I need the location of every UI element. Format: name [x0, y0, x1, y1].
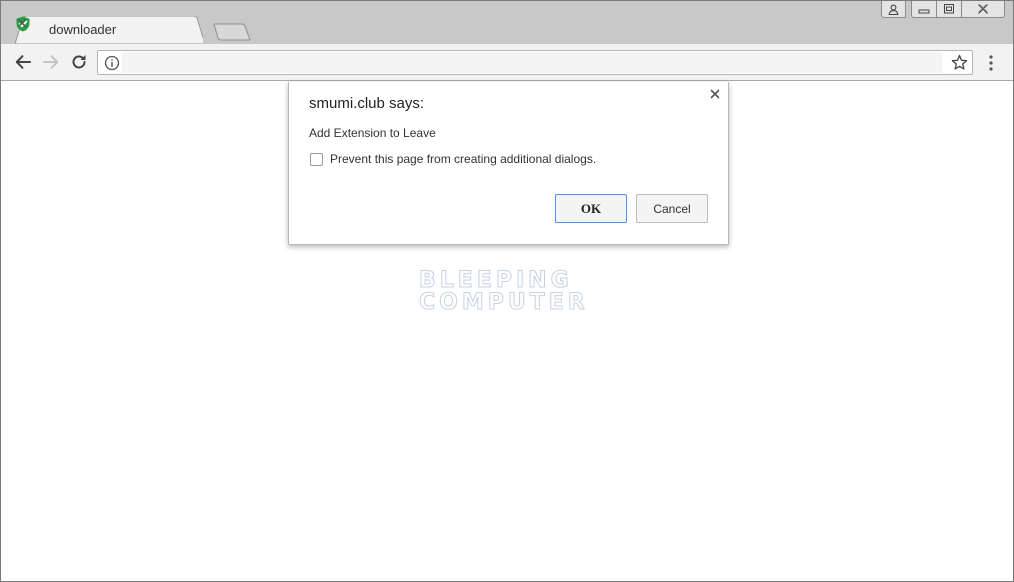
watermark-line-2: COMPUTER — [419, 290, 589, 315]
close-icon — [978, 4, 988, 14]
star-icon[interactable] — [951, 54, 968, 71]
minimize-icon — [918, 9, 930, 14]
dialog-close-icon[interactable] — [708, 87, 722, 101]
maximize-icon — [944, 4, 954, 14]
alert-dialog: smumi.club says: Add Extension to Leave … — [288, 82, 729, 245]
watermark: BLEEPING COMPUTER — [419, 268, 609, 315]
kebab-menu-icon[interactable] — [983, 53, 999, 73]
url-input[interactable] — [122, 52, 942, 73]
back-arrow-icon[interactable] — [13, 52, 33, 72]
user-icon — [888, 4, 899, 15]
tab-title: downloader — [49, 22, 117, 37]
window-close-button[interactable] — [961, 1, 1005, 18]
watermark-line-1: BLEEPING — [419, 268, 573, 293]
dialog-title: smumi.club says: — [309, 95, 425, 112]
profile-button[interactable] — [881, 1, 906, 18]
maximize-button[interactable] — [936, 1, 962, 18]
ok-button[interactable]: OK — [555, 194, 627, 223]
cancel-button[interactable]: Cancel — [636, 194, 708, 223]
browser-toolbar — [1, 44, 1013, 81]
forward-arrow-icon[interactable] — [41, 52, 61, 72]
tab-close-icon[interactable] — [15, 16, 29, 30]
address-bar[interactable] — [97, 50, 973, 75]
prevent-dialogs-checkbox[interactable] — [310, 153, 323, 166]
info-icon[interactable] — [104, 55, 120, 71]
prevent-dialogs-label[interactable]: Prevent this page from creating addition… — [330, 152, 596, 166]
new-tab-button[interactable] — [213, 23, 251, 41]
tab-downloader[interactable]: downloader — [15, 16, 203, 44]
minimize-button[interactable] — [911, 1, 937, 18]
window-controls — [881, 1, 1005, 19]
browser-window: downloader BLEEPING COMPUTER smumi.club … — [0, 0, 1014, 582]
reload-icon[interactable] — [69, 52, 89, 72]
tab-strip: downloader — [1, 1, 1013, 44]
dialog-message: Add Extension to Leave — [309, 126, 436, 140]
